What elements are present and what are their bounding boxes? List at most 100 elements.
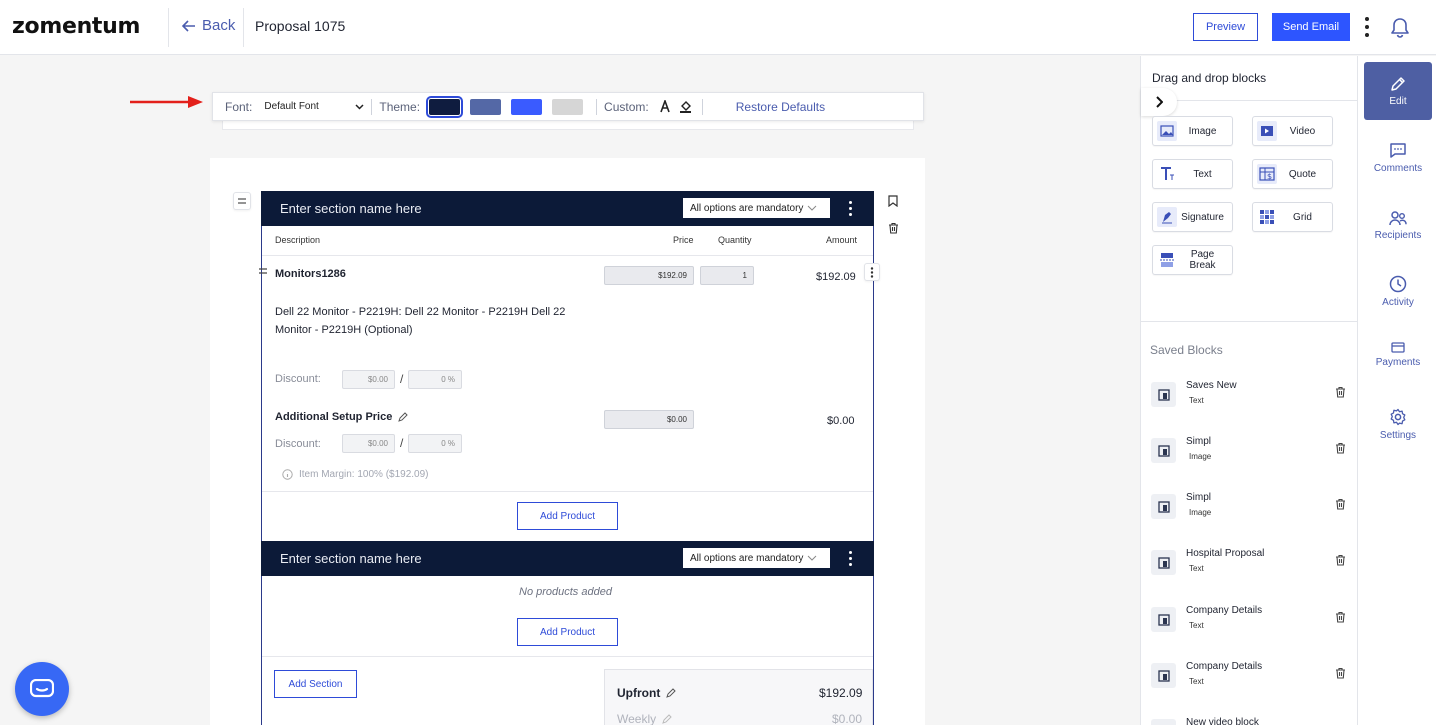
saved-block-item[interactable]: Hospital Proposal Text bbox=[1151, 544, 1351, 584]
row-divider bbox=[262, 255, 873, 256]
section-name-input[interactable]: Enter section name here bbox=[280, 201, 422, 216]
font-select[interactable]: Default Font bbox=[264, 101, 364, 112]
gear-icon bbox=[1390, 408, 1406, 425]
chat-button[interactable] bbox=[15, 662, 69, 716]
saved-block-name: Company Details bbox=[1186, 605, 1263, 616]
discount-separator: / bbox=[400, 436, 404, 450]
block-image[interactable]: Image bbox=[1152, 116, 1233, 146]
saved-block-item[interactable]: Company Details Text bbox=[1151, 657, 1351, 697]
discount-percent-input[interactable]: 0 % bbox=[408, 370, 462, 389]
theme-toolbar: Font: Default Font Theme: Custom: Restor… bbox=[212, 92, 924, 121]
product-description[interactable]: Dell 22 Monitor - P2219H: Dell 22 Monito… bbox=[275, 303, 601, 339]
edit-icon[interactable] bbox=[662, 714, 672, 724]
right-nav: Edit Comments Recipients Activity Paymen… bbox=[1357, 56, 1436, 725]
theme-swatch-blue[interactable] bbox=[511, 98, 543, 115]
summary-row-weekly: Weekly bbox=[617, 712, 672, 725]
block-video[interactable]: Video bbox=[1252, 116, 1333, 146]
saved-block-item[interactable]: New video block bbox=[1151, 713, 1351, 725]
product-menu-icon[interactable] bbox=[864, 263, 880, 281]
product-name[interactable]: Monitors1286 bbox=[275, 268, 346, 280]
signature-icon bbox=[1157, 207, 1177, 227]
mandatory-select[interactable]: All options are mandatory bbox=[683, 548, 830, 568]
drag-handle-icon[interactable] bbox=[233, 192, 251, 210]
theme-swatch-gray[interactable] bbox=[552, 98, 584, 115]
top-header: zomentum Back Proposal 1075 Preview Send… bbox=[0, 0, 1436, 55]
trash-icon[interactable] bbox=[1335, 554, 1346, 566]
pricing-section bbox=[261, 191, 874, 541]
saved-block-icon bbox=[1151, 494, 1176, 519]
zomentum-logo[interactable]: zomentum bbox=[12, 14, 140, 39]
nav-edit[interactable]: Edit bbox=[1364, 62, 1432, 120]
trash-icon[interactable] bbox=[1335, 442, 1346, 454]
saved-block-item[interactable]: Saves New Text bbox=[1151, 376, 1351, 416]
discount-label: Discount: bbox=[275, 438, 321, 450]
saved-block-icon bbox=[1151, 607, 1176, 632]
price-input[interactable]: $192.09 bbox=[604, 266, 694, 285]
collapse-panel-button[interactable] bbox=[1141, 88, 1177, 116]
restore-defaults-button[interactable]: Restore Defaults bbox=[736, 100, 825, 114]
price-input[interactable]: $0.00 bbox=[604, 410, 694, 429]
saved-block-item[interactable]: Company Details Text bbox=[1151, 601, 1351, 641]
nav-payments[interactable]: Payments bbox=[1364, 326, 1432, 384]
block-page-break[interactable]: Page Break bbox=[1152, 245, 1233, 275]
mandatory-select-value: All options are mandatory bbox=[690, 202, 804, 214]
header-divider bbox=[243, 8, 244, 47]
quantity-input[interactable]: 1 bbox=[700, 266, 754, 285]
saved-block-item[interactable]: Simpl Image bbox=[1151, 432, 1351, 472]
nav-activity[interactable]: Activity bbox=[1364, 262, 1432, 320]
trash-icon[interactable] bbox=[1335, 667, 1346, 679]
pencil-icon bbox=[1391, 76, 1405, 91]
edit-icon[interactable] bbox=[398, 412, 409, 422]
trash-icon[interactable] bbox=[1335, 611, 1346, 623]
theme-swatch-navy[interactable] bbox=[426, 95, 464, 118]
section-menu-icon[interactable] bbox=[849, 551, 853, 566]
add-product-button[interactable]: Add Product bbox=[517, 502, 618, 530]
saved-block-item[interactable]: Simpl Image bbox=[1151, 488, 1351, 528]
more-options-icon[interactable] bbox=[1361, 17, 1373, 37]
block-text[interactable]: Text bbox=[1152, 159, 1233, 189]
font-color-icon[interactable] bbox=[659, 100, 671, 113]
back-button[interactable]: Back bbox=[182, 17, 235, 34]
discount-percent-input[interactable]: 0 % bbox=[408, 434, 462, 453]
nav-comments[interactable]: Comments bbox=[1364, 129, 1432, 187]
trash-icon[interactable] bbox=[1335, 386, 1346, 398]
discount-amount-input[interactable]: $0.00 bbox=[342, 370, 395, 389]
annotation-arrow-icon bbox=[130, 96, 203, 108]
header-divider bbox=[168, 8, 169, 47]
block-grid[interactable]: Grid bbox=[1252, 202, 1333, 232]
text-icon bbox=[1157, 164, 1177, 184]
edit-icon[interactable] bbox=[666, 688, 677, 698]
drag-handle-icon[interactable] bbox=[255, 264, 271, 278]
bell-icon[interactable] bbox=[1390, 17, 1410, 42]
add-section-button[interactable]: Add Section bbox=[274, 670, 357, 698]
fill-color-icon[interactable] bbox=[679, 100, 692, 114]
delete-section-icon[interactable] bbox=[884, 219, 902, 237]
saved-block-icon bbox=[1151, 663, 1176, 688]
send-email-button[interactable]: Send Email bbox=[1272, 13, 1350, 41]
nav-settings[interactable]: Settings bbox=[1364, 395, 1432, 453]
block-label: Video bbox=[1289, 125, 1316, 137]
add-product-button[interactable]: Add Product bbox=[517, 618, 618, 646]
trash-icon[interactable] bbox=[1335, 498, 1346, 510]
preview-button[interactable]: Preview bbox=[1193, 13, 1258, 41]
item-margin: Item Margin: 100% ($192.09) bbox=[282, 469, 429, 480]
section-menu-icon[interactable] bbox=[849, 201, 853, 216]
font-label: Font: bbox=[225, 99, 253, 114]
saved-block-type: Image bbox=[1189, 508, 1212, 517]
theme-swatch-slate[interactable] bbox=[470, 98, 502, 115]
nav-label: Payments bbox=[1375, 357, 1421, 368]
saved-block-name: Simpl bbox=[1186, 492, 1212, 503]
bookmark-icon[interactable] bbox=[884, 192, 902, 210]
back-label: Back bbox=[202, 17, 236, 34]
block-label: Quote bbox=[1288, 168, 1317, 180]
block-signature[interactable]: Signature bbox=[1152, 202, 1233, 232]
video-icon bbox=[1257, 121, 1277, 141]
nav-recipients[interactable]: Recipients bbox=[1364, 196, 1432, 254]
mandatory-select[interactable]: All options are mandatory bbox=[683, 198, 830, 218]
block-quote[interactable]: $ Quote bbox=[1252, 159, 1333, 189]
section-name-input[interactable]: Enter section name here bbox=[280, 551, 422, 566]
mandatory-select-value: All options are mandatory bbox=[690, 552, 804, 564]
product-name[interactable]: Additional Setup Price bbox=[275, 411, 392, 423]
saved-block-type: Text bbox=[1189, 677, 1204, 686]
discount-amount-input[interactable]: $0.00 bbox=[342, 434, 395, 453]
